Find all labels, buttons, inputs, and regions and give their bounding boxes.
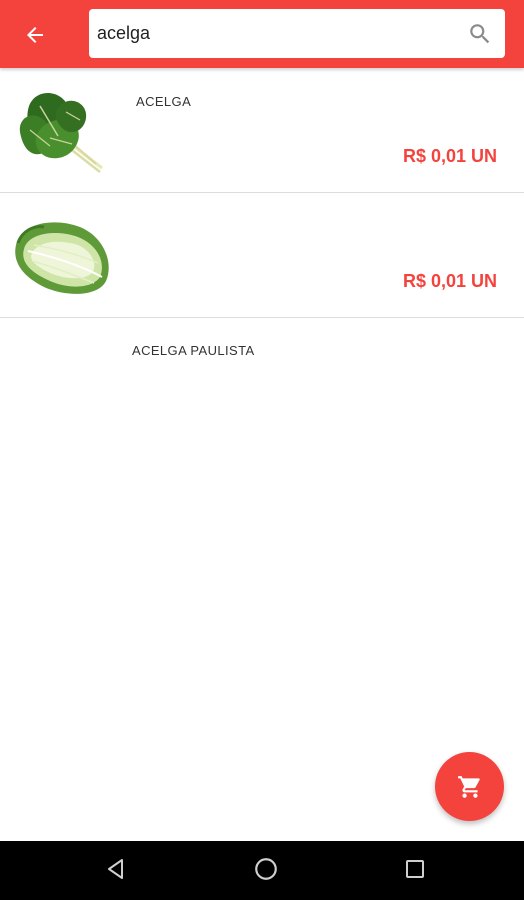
search-icon[interactable] [467,21,493,47]
nav-back-triangle-icon [104,857,128,886]
back-button[interactable] [12,12,58,58]
search-box [89,9,505,58]
system-back-button[interactable] [95,850,137,892]
product-image-swiss-chard [10,80,114,180]
app-bar [0,0,524,68]
nav-recents-square-icon [404,858,426,885]
product-item[interactable]: ACELGA R$ 0,01 UN [0,68,524,193]
nav-home-circle-icon [253,856,279,887]
arrow-left-icon [23,23,47,47]
search-input[interactable] [89,9,439,58]
product-image-napa-cabbage [10,205,114,305]
product-name: ACELGA [136,94,192,109]
shopping-cart-icon [457,774,483,800]
product-price: R$ 0,01 UN [402,146,497,166]
product-item[interactable]: ACELGA PAULISTA R$ 0,01 UN [0,193,524,358]
product-list: ACELGA R$ 0,01 UN ACELGA PAULISTA R$ 0,0… [0,68,524,358]
cart-button[interactable] [435,752,504,821]
system-home-button[interactable] [245,850,287,892]
product-price: R$ 0,01 UN [402,271,497,291]
system-navigation-bar [0,841,524,900]
product-name: ACELGA PAULISTA [132,343,255,358]
system-recents-button[interactable] [394,850,436,892]
